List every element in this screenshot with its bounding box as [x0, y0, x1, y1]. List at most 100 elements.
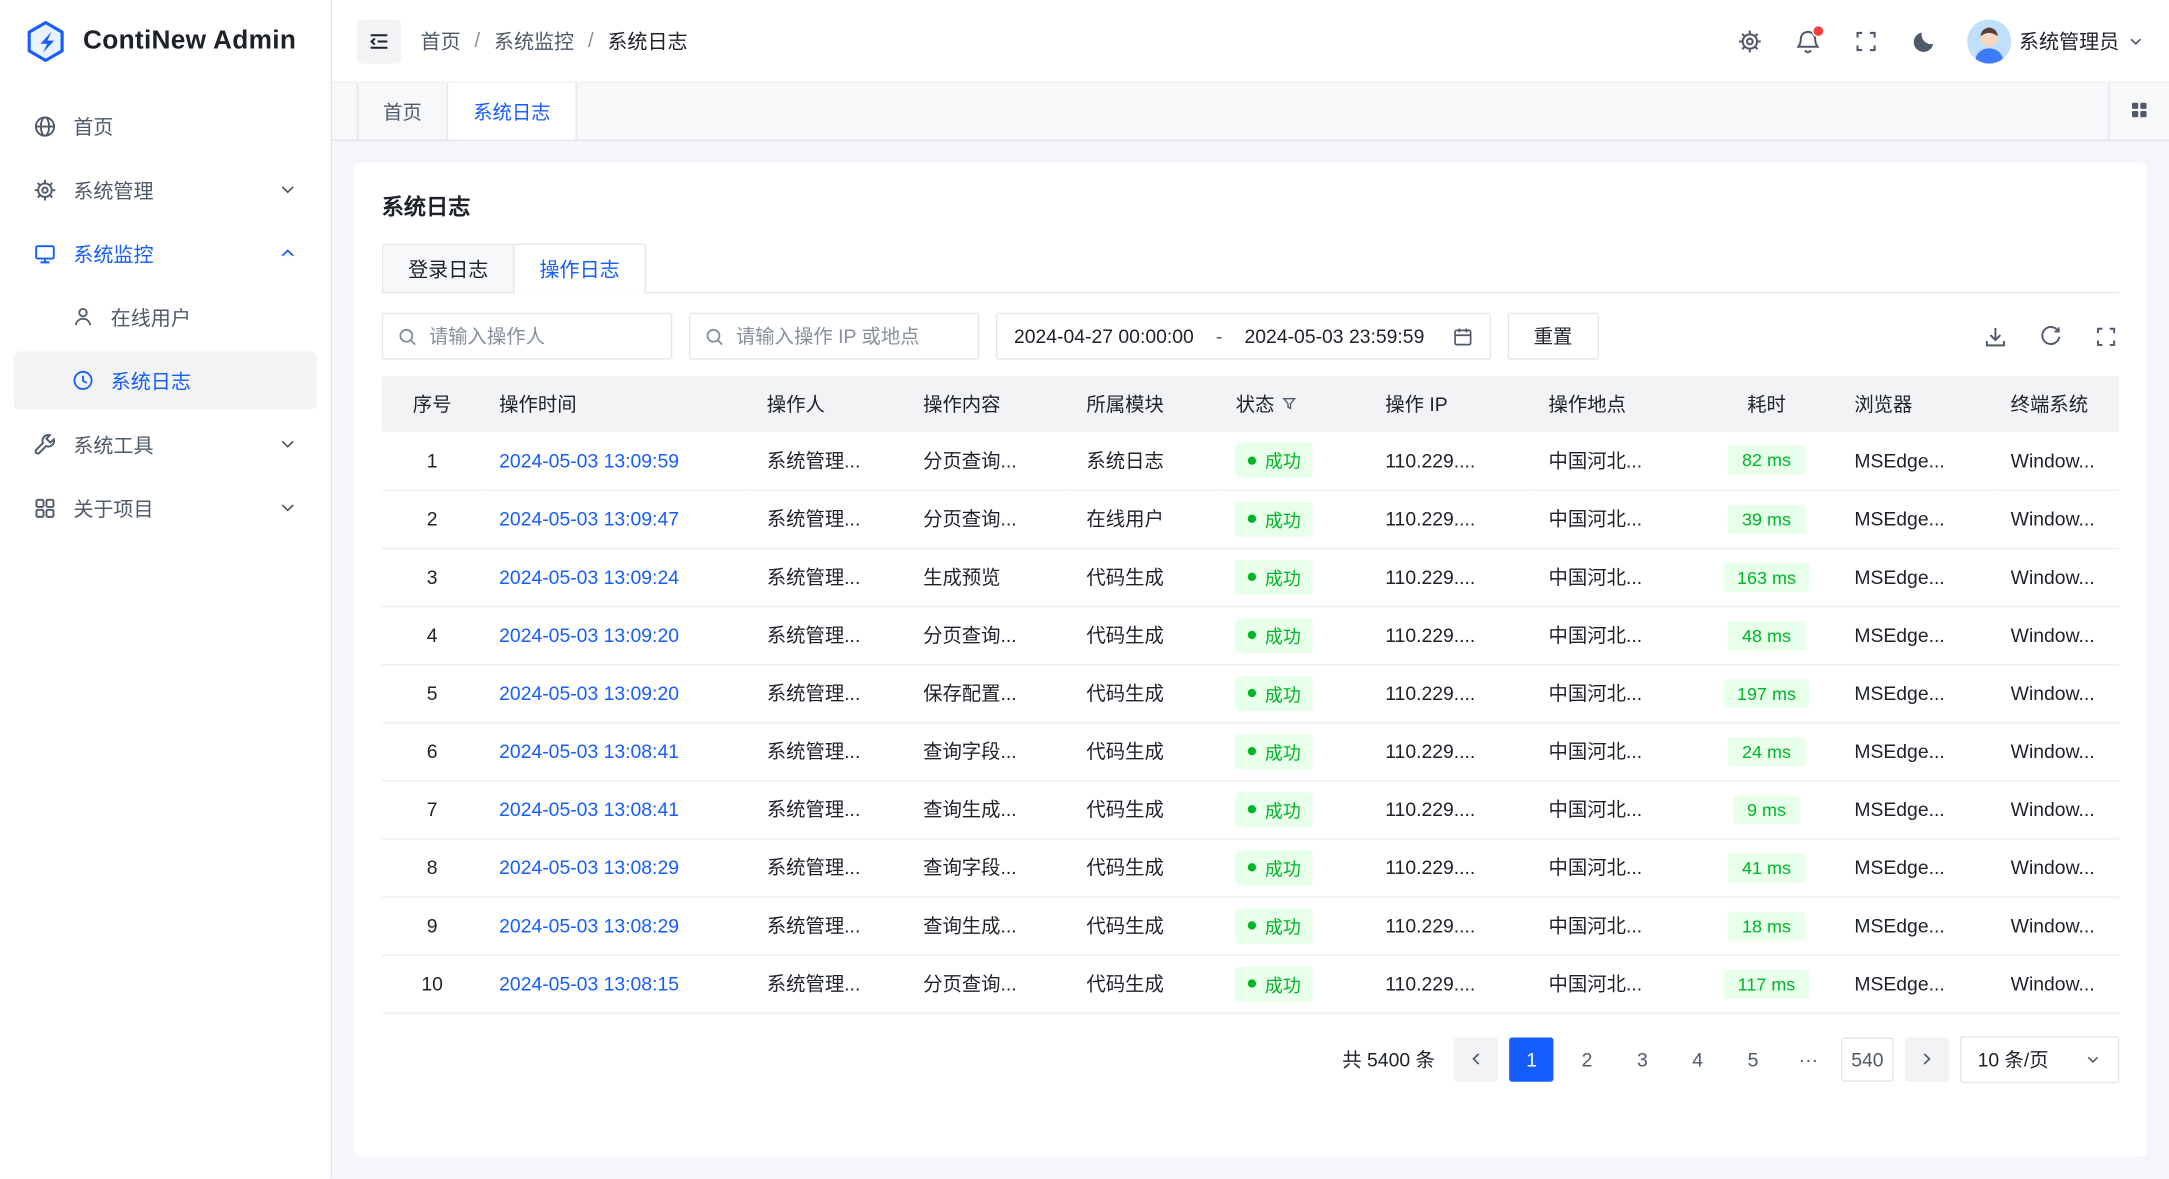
col-duration: 耗时 — [1695, 376, 1837, 431]
reset-button[interactable]: 重置 — [1507, 313, 1598, 360]
col-os: 终端系统 — [1994, 376, 2119, 431]
date-range-picker[interactable]: 2024-04-27 00:00:00 - 2024-05-03 23:59:5… — [996, 313, 1491, 360]
user-menu[interactable]: 系统管理员 — [1966, 19, 2144, 63]
operation-time-link[interactable]: 2024-05-03 13:09:20 — [499, 682, 679, 704]
sidebar-item-home[interactable]: 首页 — [14, 97, 317, 155]
status-badge: 成功 — [1236, 676, 1313, 711]
prev-page-button[interactable] — [1454, 1037, 1498, 1081]
pagination-ellipsis[interactable]: ··· — [1786, 1037, 1830, 1081]
sidebar-item-online-users[interactable]: 在线用户 — [14, 288, 317, 346]
operation-time-link[interactable]: 2024-05-03 13:09:24 — [499, 566, 679, 588]
operation-time-link[interactable]: 2024-05-03 13:09:47 — [499, 508, 679, 530]
table-row: 6 2024-05-03 13:08:41 系统管理... 查询字段... 代码… — [382, 722, 2119, 780]
tab-list-button[interactable] — [2129, 99, 2150, 124]
cell-browser: MSEdge... — [1838, 548, 1994, 606]
table-fullscreen-button[interactable] — [2092, 322, 2120, 350]
expand-icon — [2094, 324, 2118, 348]
logo[interactable]: ContiNew Admin — [0, 0, 331, 83]
operation-time-link[interactable]: 2024-05-03 13:08:29 — [499, 914, 679, 936]
cell-duration: 197 ms — [1695, 664, 1837, 722]
sidebar-item-system-log[interactable]: 系统日志 — [14, 351, 317, 409]
sidebar-collapse-button[interactable] — [357, 19, 401, 63]
col-location: 操作地点 — [1532, 376, 1695, 431]
cell-duration: 39 ms — [1695, 490, 1837, 548]
dark-mode-button[interactable] — [1908, 26, 1938, 56]
cell-os: Window... — [1994, 490, 2119, 548]
tab-login-log[interactable]: 登录日志 — [382, 243, 515, 291]
sidebar-item-about-project[interactable]: 关于项目 — [14, 479, 317, 537]
content: 系统日志 登录日志 操作日志 — [332, 141, 2169, 1178]
page-size-select[interactable]: 10 条/页 — [1960, 1035, 2120, 1082]
page-button-4[interactable]: 4 — [1676, 1037, 1720, 1081]
sidebar-item-system-monitor[interactable]: 系统监控 — [14, 224, 317, 282]
refresh-icon — [2038, 324, 2062, 348]
log-table-body: 1 2024-05-03 13:09:59 系统管理... 分页查询... 系统… — [382, 432, 2119, 1013]
operator-search-input[interactable] — [429, 325, 657, 347]
tab-strip-actions — [2108, 83, 2169, 140]
cell-ip: 110.229.... — [1369, 780, 1532, 838]
next-page-button[interactable] — [1904, 1037, 1948, 1081]
duration-badge: 18 ms — [1728, 911, 1805, 940]
cell-module: 代码生成 — [1070, 664, 1219, 722]
sidebar: ContiNew Admin 首页 系统管理 — [0, 0, 332, 1179]
cell-browser: MSEdge... — [1838, 722, 1994, 780]
settings-button[interactable] — [1734, 26, 1764, 56]
cell-ip: 110.229.... — [1369, 896, 1532, 954]
operation-time-link[interactable]: 2024-05-03 13:08:41 — [499, 798, 679, 820]
duration-badge: 24 ms — [1728, 737, 1805, 766]
cell-operator: 系统管理... — [750, 548, 906, 606]
cell-content: 分页查询... — [906, 606, 1069, 664]
page-button-2[interactable]: 2 — [1565, 1037, 1609, 1081]
cell-status: 成功 — [1219, 490, 1368, 548]
cell-browser: MSEdge... — [1838, 432, 1994, 490]
duration-badge: 41 ms — [1728, 853, 1805, 882]
table-row: 10 2024-05-03 13:08:15 系统管理... 分页查询... 代… — [382, 954, 2119, 1012]
cell-browser: MSEdge... — [1838, 664, 1994, 722]
breadcrumb-system-monitor[interactable]: 系统监控 — [494, 26, 574, 55]
page-button-5[interactable]: 5 — [1731, 1037, 1775, 1081]
status-badge: 成功 — [1236, 966, 1313, 1001]
tab-home[interactable]: 首页 — [357, 83, 448, 140]
page-button-3[interactable]: 3 — [1620, 1037, 1664, 1081]
cell-operator: 系统管理... — [750, 896, 906, 954]
operation-time-link[interactable]: 2024-05-03 13:09:20 — [499, 624, 679, 646]
page-button-1[interactable]: 1 — [1510, 1037, 1554, 1081]
operation-time-link[interactable]: 2024-05-03 13:08:29 — [499, 856, 679, 878]
cell-operation-time: 2024-05-03 13:09:59 — [483, 432, 751, 490]
tab-system-log[interactable]: 系统日志 — [448, 83, 577, 140]
operation-time-link[interactable]: 2024-05-03 13:09:59 — [499, 449, 679, 471]
cell-index: 10 — [382, 954, 483, 1012]
tab-operation-log[interactable]: 操作日志 — [513, 243, 646, 291]
cell-index: 4 — [382, 606, 483, 664]
download-button[interactable] — [1981, 322, 2009, 350]
table-row: 7 2024-05-03 13:08:41 系统管理... 查询生成... 代码… — [382, 780, 2119, 838]
cell-content: 查询生成... — [906, 780, 1069, 838]
fullscreen-button[interactable] — [1850, 26, 1880, 56]
cell-location: 中国河北... — [1532, 490, 1695, 548]
operation-time-link[interactable]: 2024-05-03 13:08:41 — [499, 740, 679, 762]
cell-index: 6 — [382, 722, 483, 780]
sidebar-item-system-management[interactable]: 系统管理 — [14, 160, 317, 218]
table-row: 1 2024-05-03 13:09:59 系统管理... 分页查询... 系统… — [382, 432, 2119, 490]
cell-os: Window... — [1994, 838, 2119, 896]
operator-search[interactable] — [382, 313, 672, 360]
ip-search[interactable] — [689, 313, 979, 360]
cell-os: Window... — [1994, 432, 2119, 490]
ip-search-input[interactable] — [736, 325, 964, 347]
cell-duration: 24 ms — [1695, 722, 1837, 780]
user-icon — [72, 306, 94, 328]
cell-os: Window... — [1994, 664, 2119, 722]
last-page-button[interactable]: 540 — [1842, 1037, 1894, 1081]
sidebar-item-system-tools[interactable]: 系统工具 — [14, 415, 317, 473]
table-row: 9 2024-05-03 13:08:29 系统管理... 查询生成... 代码… — [382, 896, 2119, 954]
operation-time-link[interactable]: 2024-05-03 13:08:15 — [499, 972, 679, 994]
refresh-button[interactable] — [2036, 322, 2064, 350]
notifications-button[interactable] — [1792, 26, 1822, 56]
cell-index: 1 — [382, 432, 483, 490]
cell-duration: 117 ms — [1695, 954, 1837, 1012]
pagination: 共 5400 条 12345 ··· 540 — [382, 1035, 2119, 1082]
breadcrumb-system-log: 系统日志 — [607, 26, 687, 55]
filter-icon[interactable] — [1281, 396, 1298, 413]
cell-index: 7 — [382, 780, 483, 838]
breadcrumb-home[interactable]: 首页 — [421, 26, 461, 55]
